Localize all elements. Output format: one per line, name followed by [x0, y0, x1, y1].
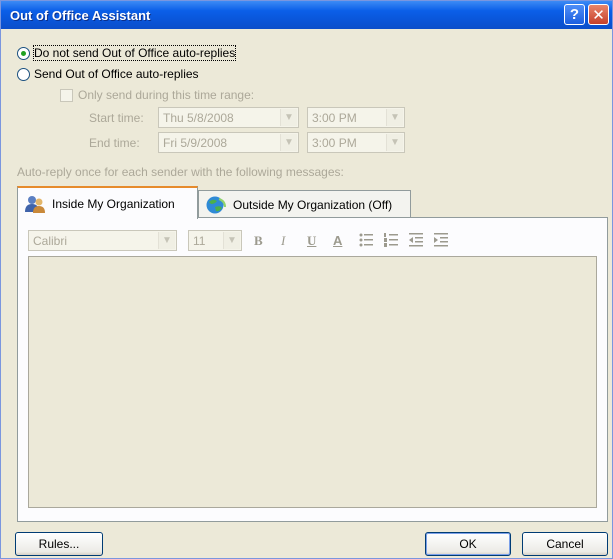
bullet-list-icon[interactable] [358, 232, 374, 248]
decrease-indent-icon[interactable] [408, 232, 424, 248]
window-title: Out of Office Assistant [10, 7, 151, 23]
chevron-down-icon[interactable]: ▼ [280, 134, 297, 151]
format-toolbar: Calibri ▼ 11 ▼ B I U A [28, 230, 598, 252]
start-date-combo[interactable]: Thu 5/8/2008 ▼ [158, 107, 299, 128]
tab-inside-label: Inside My Organization [52, 196, 175, 211]
chevron-down-icon[interactable]: ▼ [386, 134, 403, 151]
time-range-label: Only send during this time range: [78, 88, 255, 102]
end-date-combo[interactable]: Fri 5/9/2008 ▼ [158, 132, 299, 153]
italic-button[interactable]: I [281, 233, 285, 249]
tab-inside-organization[interactable]: Inside My Organization [17, 186, 198, 219]
radio-send-label: Send Out of Office auto-replies [34, 67, 199, 81]
chevron-down-icon[interactable]: ▼ [223, 232, 240, 249]
radio-send[interactable]: Send Out of Office auto-replies [17, 67, 199, 81]
close-button[interactable]: ✕ [588, 4, 609, 25]
font-size-value: 11 [193, 233, 206, 248]
radio-no-send-label: Do not send Out of Office auto-replies [32, 45, 237, 61]
people-icon [25, 195, 45, 213]
cancel-button[interactable]: Cancel [522, 532, 608, 556]
tab-outside-label: Outside My Organization (Off) [233, 197, 393, 212]
chevron-down-icon[interactable]: ▼ [158, 232, 175, 249]
increase-indent-icon[interactable] [433, 232, 449, 248]
end-time-combo[interactable]: 3:00 PM ▼ [307, 132, 405, 153]
radio-send-indicator[interactable] [17, 67, 30, 81]
end-time-value: 3:00 PM [312, 135, 357, 150]
rules-button[interactable]: Rules... [15, 532, 103, 556]
numbered-list-icon[interactable] [383, 232, 399, 248]
start-time-combo[interactable]: 3:00 PM ▼ [307, 107, 405, 128]
message-panel: Calibri ▼ 11 ▼ B I U A [17, 217, 608, 522]
font-value: Calibri [33, 233, 68, 248]
message-editor[interactable] [28, 256, 597, 508]
autoreply-label: Auto-reply once for each sender with the… [17, 165, 344, 179]
tab-outside-organization[interactable]: Outside My Organization (Off) [198, 190, 411, 218]
start-time-value: 3:00 PM [312, 110, 357, 125]
end-date-value: Fri 5/9/2008 [163, 135, 228, 150]
bold-button[interactable]: B [254, 233, 263, 249]
chevron-down-icon[interactable]: ▼ [280, 109, 297, 126]
radio-no-send-indicator[interactable] [17, 46, 30, 60]
font-size-combo[interactable]: 11 ▼ [188, 230, 242, 251]
underline-button[interactable]: U [307, 233, 316, 249]
title-bar: Out of Office Assistant ? ✕ [1, 1, 612, 29]
end-time-label: End time: [89, 136, 140, 150]
radio-no-send[interactable]: Do not send Out of Office auto-replies [17, 45, 237, 61]
time-range-checkbox[interactable] [60, 88, 73, 102]
font-combo[interactable]: Calibri ▼ [28, 230, 177, 251]
font-color-button[interactable]: A [333, 233, 342, 248]
globe-icon [206, 196, 226, 213]
start-time-label: Start time: [89, 111, 144, 125]
start-date-value: Thu 5/8/2008 [163, 110, 234, 125]
chevron-down-icon[interactable]: ▼ [386, 109, 403, 126]
help-button[interactable]: ? [564, 4, 585, 25]
ok-button[interactable]: OK [425, 532, 511, 556]
dialog-window: Out of Office Assistant ? ✕ Do not send … [0, 0, 613, 559]
time-range-checkbox-row[interactable]: Only send during this time range: [60, 88, 254, 102]
